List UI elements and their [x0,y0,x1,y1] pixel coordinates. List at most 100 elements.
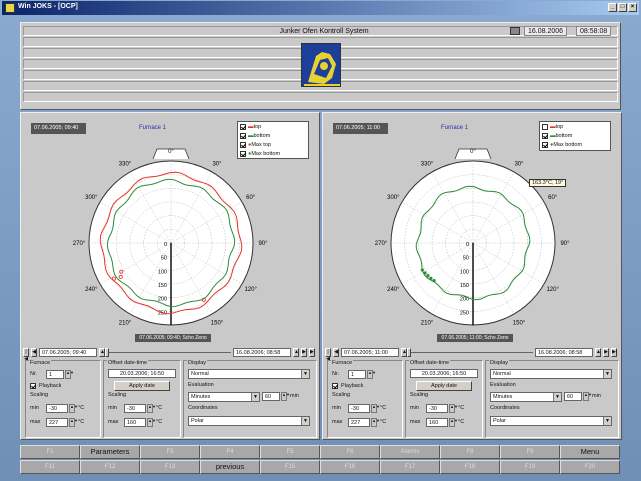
function-key-f15[interactable]: F15 [260,460,320,474]
nr-spinner[interactable]: ▲▼ [367,370,376,379]
function-key-menu[interactable]: Menu [560,445,620,459]
slider-thumb[interactable] [105,348,109,357]
calendar-icon[interactable] [510,27,520,35]
last-icon[interactable]: ▶| [611,348,617,357]
min-label: min [108,405,117,411]
evaluation-spinner[interactable]: ▲▼ [583,392,592,401]
playback-checkbox[interactable] [30,383,36,389]
prev-icon[interactable]: ◀ [333,348,339,357]
scaling-max-input[interactable]: 160 [124,418,146,427]
function-key-parameters[interactable]: Parameters [80,445,140,459]
evaluation-select[interactable]: Minutes ▼ [490,392,562,402]
min-spinner[interactable]: ▲▼ [449,404,458,413]
function-key-f13[interactable]: F13 [140,460,200,474]
checkbox[interactable] [542,123,548,130]
max-spinner[interactable]: ▲▼ [147,418,156,427]
function-key-f8[interactable]: F8 [440,445,500,459]
close-icon[interactable]: × [628,3,637,12]
scaling-caption: Scaling [331,392,352,398]
playback-checkbox[interactable] [332,383,338,389]
function-key-f4[interactable]: F4 [200,445,260,459]
time-range-slider[interactable]: |◀ ◀ 07.06.2005; 11:00 ▲ 16.08.2006; 08:… [323,347,623,362]
evaluation-number[interactable]: 60 [262,392,280,401]
time-range-slider[interactable]: |◀ ◀ 07.06.2005; 09:40 ▲ 16.08.2006; 08:… [21,347,321,362]
function-key-previous[interactable]: previous [200,460,260,474]
scaling-min-input[interactable]: -30 [426,404,448,413]
scaling-max-input[interactable]: 227 [46,418,68,427]
last-icon[interactable]: ▶| [309,348,315,357]
nr-spinner[interactable]: ▲▼ [65,370,74,379]
min-spinner[interactable]: ▲▼ [371,404,380,413]
furnace-nr-input[interactable]: 1 [46,370,64,379]
display-select[interactable]: Normal ▼ [188,369,310,379]
coordinates-select[interactable]: Polar ▼ [490,416,612,426]
function-key-f16[interactable]: F16 [320,460,380,474]
angle-tick-label: 300° [85,195,98,201]
function-key-f18[interactable]: F18 [440,460,500,474]
slider-track[interactable] [409,352,533,353]
angle-tick-label: 60° [246,195,256,201]
evaluation-value: Minutes [493,394,513,400]
angle-tick-label: 210° [119,321,132,327]
chevron-down-icon[interactable]: ▼ [301,370,309,378]
function-key-f12[interactable]: F12 [80,460,140,474]
prev-icon[interactable]: ◀ [31,348,37,357]
first-icon[interactable]: |◀ [325,348,331,362]
title-bar[interactable]: Win JOKS - [OCP] _ □ × [2,1,639,15]
function-key-f19[interactable]: F19 [500,460,560,474]
function-key-f6[interactable]: F6 [320,445,380,459]
max-spinner[interactable]: ▲▼ [449,418,458,427]
max-spinner[interactable]: ▲▼ [69,418,78,427]
unit-label: °C [380,405,387,411]
chevron-down-icon[interactable]: ▼ [603,370,611,378]
legend-item-top[interactable]: ▬top [542,123,608,132]
scaling-min-input[interactable]: -30 [348,404,370,413]
offset-date-field[interactable]: 20.03.2006; 16:50 [410,369,478,378]
first-icon[interactable]: |◀ [23,348,29,362]
next-icon[interactable]: ▶ [301,348,307,357]
step-icon[interactable]: ▲ [595,348,601,357]
range-start-field[interactable]: 07.06.2005; 09:40 [39,348,97,357]
evaluation-spinner[interactable]: ▲▼ [281,392,290,401]
angle-tick-label: 300° [387,195,400,201]
chevron-down-icon[interactable]: ▼ [603,417,611,425]
function-key-f17[interactable]: F17 [380,460,440,474]
function-key-f9[interactable]: F9 [500,445,560,459]
scaling-min-input[interactable]: -30 [124,404,146,413]
scaling-max-input[interactable]: 160 [426,418,448,427]
step-icon[interactable]: ▲ [293,348,299,357]
function-key-f1[interactable]: F1 [20,445,80,459]
function-key-f11[interactable]: F11 [20,460,80,474]
scaling-max-input[interactable]: 227 [348,418,370,427]
checkbox[interactable] [240,123,246,130]
max-spinner[interactable]: ▲▼ [371,418,380,427]
slider-track[interactable] [107,352,231,353]
function-key-f20[interactable]: F20 [560,460,620,474]
function-key-alarms[interactable]: Alarms [380,445,440,459]
slider-thumb[interactable] [407,348,411,357]
apply-date-button[interactable]: Apply date [416,381,472,391]
coordinates-select[interactable]: Polar ▼ [188,416,310,426]
furnace-nr-input[interactable]: 1 [348,370,366,379]
offset-date-field[interactable]: 20.03.2006; 16:50 [108,369,176,378]
range-start-field[interactable]: 07.06.2005; 11:00 [341,348,399,357]
function-key-f3[interactable]: F3 [140,445,200,459]
legend-item-top[interactable]: ▬top [240,123,306,132]
function-key-f5[interactable]: F5 [260,445,320,459]
chevron-down-icon[interactable]: ▼ [251,393,259,401]
chevron-down-icon[interactable]: ▼ [301,417,309,425]
left-furnace-panel: 07.06.2005; 09:40 Furnace 1 ▬top ▬bottom… [20,112,320,440]
range-end-field[interactable]: 16.08.2006; 08:58 [233,348,291,357]
range-end-field[interactable]: 16.08.2006; 08:58 [535,348,593,357]
display-select[interactable]: Normal ▼ [490,369,612,379]
min-spinner[interactable]: ▲▼ [147,404,156,413]
maximize-icon[interactable]: □ [618,3,627,12]
next-icon[interactable]: ▶ [603,348,609,357]
scaling-min-input[interactable]: -30 [46,404,68,413]
min-spinner[interactable]: ▲▼ [69,404,78,413]
evaluation-number[interactable]: 60 [564,392,582,401]
chevron-down-icon[interactable]: ▼ [553,393,561,401]
apply-date-button[interactable]: Apply date [114,381,170,391]
evaluation-select[interactable]: Minutes ▼ [188,392,260,402]
minimize-icon[interactable]: _ [608,3,617,12]
